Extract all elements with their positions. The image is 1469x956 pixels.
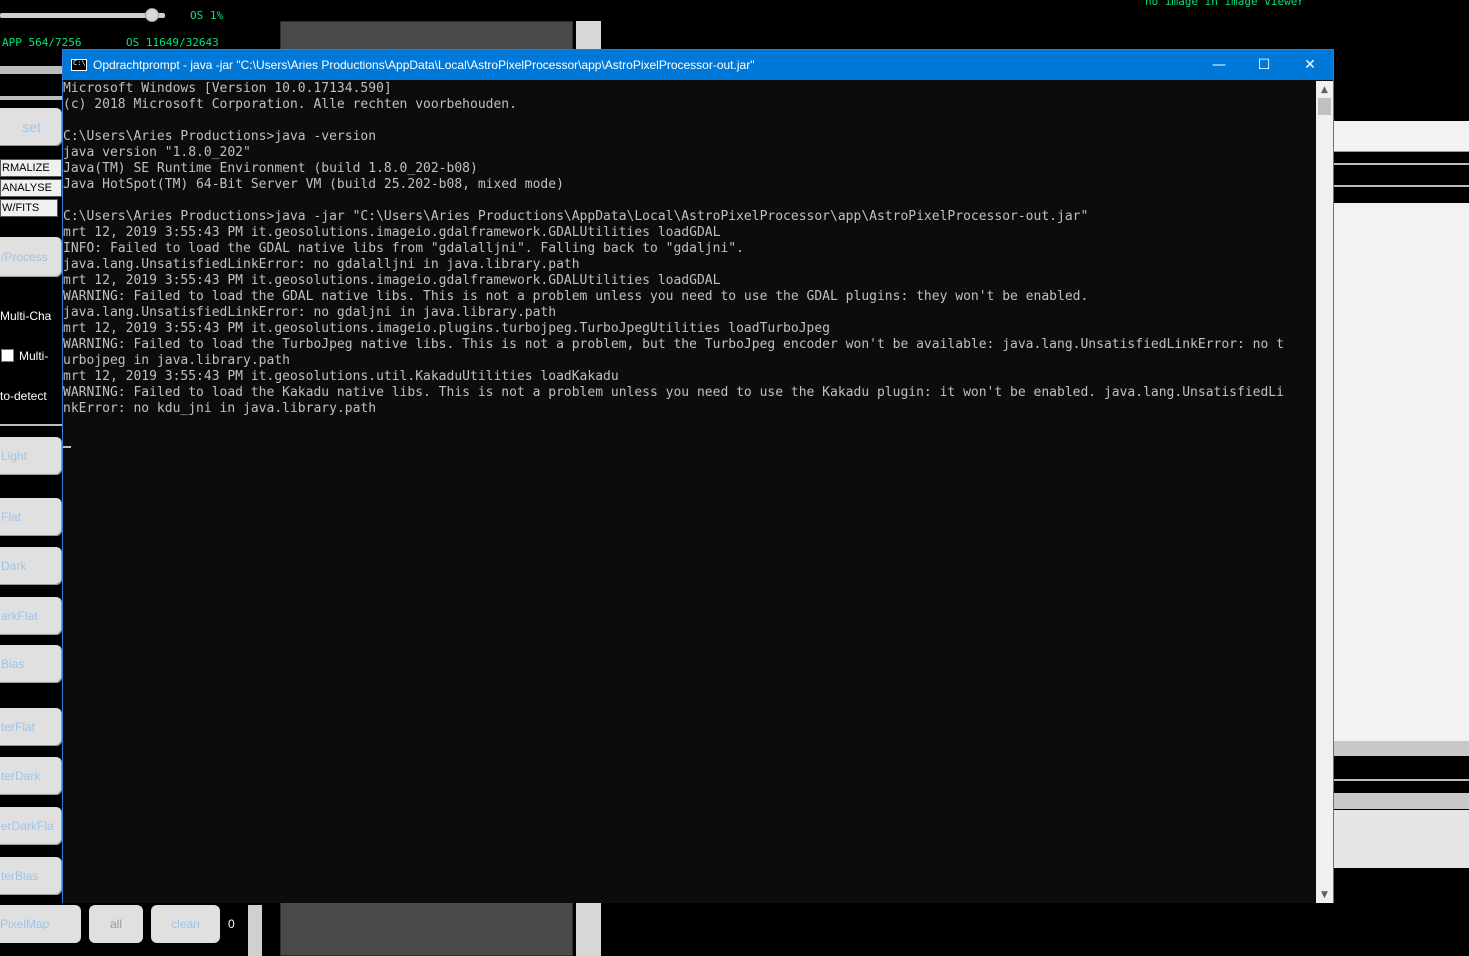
console-line: java version "1.8.0_202" [63, 145, 251, 160]
masterdark-button[interactable]: terDark [0, 757, 62, 795]
masterflat-button[interactable]: terFlat [0, 708, 62, 746]
darkflat-button-label: arkFlat [1, 609, 38, 623]
clean-button-label: clean [171, 917, 200, 931]
multi-channel-label: Multi-Cha [0, 309, 52, 323]
console-line: C:\Users\Aries Productions>java -version [63, 129, 377, 144]
console-icon[interactable]: C:\ [71, 59, 87, 71]
maximize-button[interactable]: ☐ [1241, 50, 1287, 80]
dark-button-label: Dark [1, 559, 27, 573]
dark-button[interactable]: Dark [0, 547, 62, 585]
masterdarkflat-button[interactable]: erDarkFla [0, 807, 62, 845]
scroll-down-arrow-icon[interactable]: ▼ [1316, 886, 1333, 903]
separator-bar [0, 424, 62, 426]
light-button-label: Light [1, 449, 28, 463]
console-line: mrt 12, 2019 3:55:43 PM it.geosolutions.… [63, 225, 721, 240]
analyse-button[interactable]: ANALYSE [0, 179, 62, 197]
console-line: Java HotSpot(TM) 64-Bit Server VM (build… [63, 177, 564, 192]
right-panel-bar [1334, 793, 1469, 809]
right-panel-divider [1334, 779, 1469, 781]
normalize-button[interactable]: RMALIZE [0, 159, 62, 177]
right-panel-divider [1334, 163, 1469, 165]
masterflat-button-label: terFlat [1, 720, 36, 734]
console-line: WARNING: Failed to load the Kakadu nativ… [63, 385, 1284, 400]
console-line: WARNING: Failed to load the GDAL native … [63, 289, 1089, 304]
os-percent-text: OS 1% [190, 9, 224, 22]
console-line: INFO: Failed to load the GDAL native lib… [63, 241, 744, 256]
masterbias-button[interactable]: terBias [0, 857, 62, 895]
console-line: WARNING: Failed to load the TurboJpeg na… [63, 337, 1284, 352]
flat-button[interactable]: Flat [0, 498, 62, 536]
separator-bar [0, 66, 62, 74]
right-panel-area [1334, 203, 1469, 741]
scroll-thumb[interactable] [1318, 98, 1331, 115]
masterbias-button-label: terBias [1, 869, 39, 883]
os-memory-text: OS 11649/32643 [126, 36, 219, 49]
console-line: urbojpeg in java.library.path [63, 353, 290, 368]
scroll-up-arrow-icon[interactable]: ▲ [1316, 81, 1333, 98]
light-button[interactable]: Light [0, 437, 62, 475]
all-button-label: all [109, 917, 122, 931]
console-line: mrt 12, 2019 3:55:43 PM it.geosolutions.… [63, 321, 831, 336]
text-cursor [63, 446, 71, 448]
all-button[interactable]: all [89, 905, 143, 943]
masterdarkflat-button-label: erDarkFla [1, 819, 54, 833]
masterdark-button-label: terDark [1, 769, 41, 783]
console-output[interactable]: Microsoft Windows [Version 10.0.17134.59… [63, 81, 1316, 903]
process-tab-label: /Process [1, 250, 48, 264]
right-panel-strip [1334, 121, 1469, 151]
viewer-message: no image in image viewer [1145, 0, 1304, 8]
count-value: 0 [228, 917, 235, 931]
flat-button-label: Flat [1, 510, 22, 524]
multi-checkbox-label: Multi- [19, 349, 49, 363]
minimize-button[interactable]: — [1196, 50, 1242, 80]
console-line: Microsoft Windows [Version 10.0.17134.59… [63, 81, 392, 96]
clean-button[interactable]: clean [151, 905, 220, 943]
console-line: mrt 12, 2019 3:55:43 PM it.geosolutions.… [63, 369, 619, 384]
memory-slider-thumb[interactable] [145, 8, 159, 22]
console-line: C:\Users\Aries Productions>java -jar "C:… [63, 209, 1089, 224]
console-scrollbar[interactable]: ▲ ▼ [1316, 81, 1333, 903]
right-panel-footer [1334, 810, 1469, 868]
console-line: java.lang.UnsatisfiedLinkError: no gdalj… [63, 305, 557, 320]
auto-detect-label: to-detect [0, 389, 47, 403]
right-panel-divider [1334, 151, 1469, 152]
console-cursor-line [63, 433, 1316, 449]
process-tab[interactable]: /Process [0, 237, 62, 277]
memory-slider-track[interactable] [0, 13, 165, 18]
set-button-label: set [22, 119, 41, 135]
cmd-window-title: Opdrachtprompt - java -jar "C:\Users\Ari… [93, 58, 755, 72]
fits-button[interactable]: W/FITS [0, 199, 58, 217]
cmd-title-bar[interactable]: C:\ Opdrachtprompt - java -jar "C:\Users… [63, 50, 1333, 80]
app-memory-text: APP 564/7256 [2, 36, 82, 49]
command-prompt-window[interactable]: C:\ Opdrachtprompt - java -jar "C:\Users… [62, 49, 1334, 903]
console-line: (c) 2018 Microsoft Corporation. Alle rec… [63, 97, 517, 112]
console-line: Java(TM) SE Runtime Environment (build 1… [63, 161, 478, 176]
console-icon-label: C:\ [73, 59, 86, 67]
separator-bar [0, 96, 62, 100]
console-line: mrt 12, 2019 3:55:43 PM it.geosolutions.… [63, 273, 721, 288]
pixelmap-button[interactable]: PixelMap [0, 905, 81, 943]
pixelmap-button-label: PixelMap [0, 917, 50, 931]
panel-splitter[interactable] [248, 905, 262, 956]
right-panel-divider [1334, 185, 1469, 187]
console-line: java.lang.UnsatisfiedLinkError: no gdala… [63, 257, 580, 272]
set-button[interactable]: set [0, 108, 62, 146]
close-button[interactable]: ✕ [1287, 50, 1333, 80]
bias-button[interactable]: Bias [0, 645, 62, 683]
bias-button-label: Bias [1, 657, 25, 671]
console-line: nkError: no kdu_jni in java.library.path [63, 401, 377, 416]
darkflat-button[interactable]: arkFlat [0, 597, 62, 635]
multi-checkbox[interactable] [1, 349, 14, 362]
right-panel-bar [1334, 741, 1469, 756]
